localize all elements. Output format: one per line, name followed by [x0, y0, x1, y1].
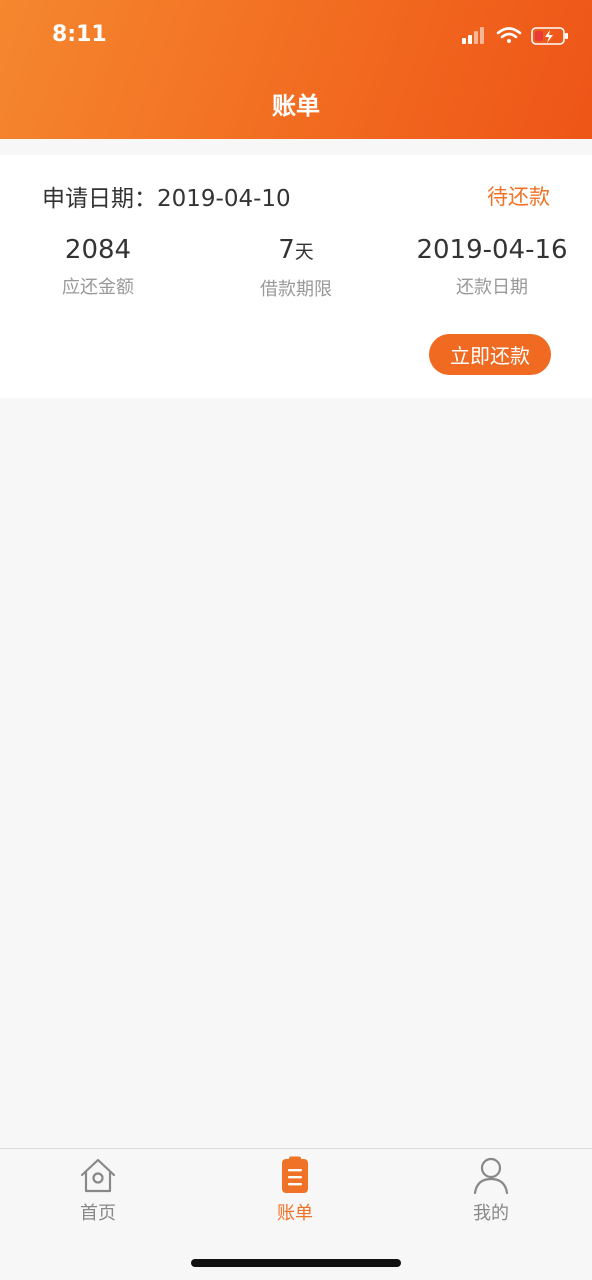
tab-bill[interactable]: 账单: [235, 1155, 355, 1225]
tab-bill-label: 账单: [277, 1203, 313, 1224]
term-label: 借款期限: [260, 279, 332, 300]
signal-icon: [462, 27, 484, 44]
apply-date-label: 申请日期：: [42, 186, 157, 212]
bill-icon: [282, 1156, 308, 1193]
amount-label: 应还金额: [62, 277, 134, 298]
due-date-label: 还款日期: [456, 277, 528, 298]
battery-icon: [531, 27, 568, 45]
term-unit: 天: [294, 241, 314, 263]
term-value: 7天: [216, 233, 376, 269]
apply-date-row: 申请日期：2019-04-10: [42, 179, 291, 213]
amount-value: 2084: [64, 235, 132, 265]
wifi-icon: [496, 27, 522, 43]
home-icon: [80, 1158, 116, 1193]
page-title: 账单: [272, 92, 320, 120]
profile-icon: [473, 1157, 509, 1195]
due-date-stat: 2019-04-16 还款日期: [402, 233, 582, 299]
amount-stat: 2084 应还金额: [18, 233, 178, 299]
tab-me-label: 我的: [473, 1203, 509, 1224]
tab-me[interactable]: 我的: [431, 1155, 551, 1225]
status-icons: [462, 27, 568, 45]
header: 8:11 账单: [0, 0, 592, 139]
repay-now-button[interactable]: 立即还款: [429, 334, 551, 375]
term-number: 7: [278, 235, 295, 265]
status-time: 8:11: [52, 22, 107, 47]
home-indicator: [191, 1259, 401, 1267]
tab-home[interactable]: 首页: [38, 1155, 158, 1225]
due-date-value: 2019-04-16: [416, 235, 568, 265]
tab-home-label: 首页: [80, 1203, 116, 1224]
status-badge: 待还款: [487, 185, 550, 209]
apply-date-value: 2019-04-10: [157, 186, 291, 212]
bill-card[interactable]: 申请日期：2019-04-10 待还款 2084 应还金额 7天 借款期限 20…: [0, 155, 592, 398]
term-stat: 7天 借款期限: [216, 233, 376, 301]
